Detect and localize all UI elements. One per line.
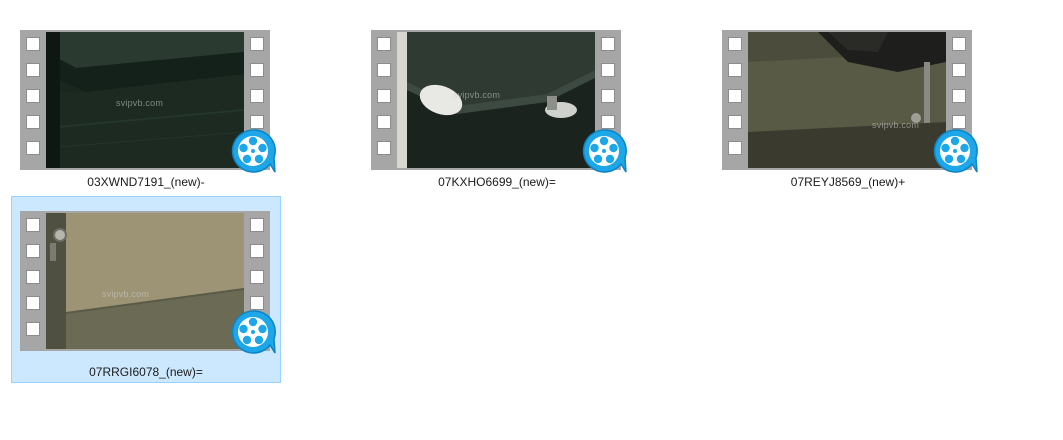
video-reel-icon bbox=[933, 129, 978, 173]
video-reel-icon bbox=[231, 310, 276, 354]
file-tile-selected[interactable]: svipvb.com 07RRGI6078_(new)= bbox=[11, 196, 281, 383]
thumbnail-image: svipvb.com bbox=[397, 32, 595, 168]
thumbnail-image: svipvb.com bbox=[46, 213, 244, 349]
watermark: svipvb.com bbox=[102, 289, 150, 299]
thumbnail-image: svipvb.com bbox=[46, 32, 244, 168]
file-name[interactable]: 07KXHO6699_(new)= bbox=[363, 175, 631, 189]
video-thumbnail: svipvb.com bbox=[722, 30, 978, 173]
video-reel-icon bbox=[582, 129, 627, 173]
video-thumbnail: svipvb.com bbox=[20, 30, 276, 173]
file-name[interactable]: 07RRGI6078_(new)= bbox=[12, 365, 280, 379]
watermark: svipvb.com bbox=[116, 98, 164, 108]
file-name[interactable]: 03XWND7191_(new)- bbox=[12, 175, 280, 189]
file-tile[interactable]: svipvb.com 03XWND7191_(new)- bbox=[11, 21, 281, 207]
video-reel-icon bbox=[231, 129, 276, 173]
video-thumbnail: svipvb.com bbox=[20, 211, 276, 354]
file-name[interactable]: 07REYJ8569_(new)+ bbox=[714, 175, 982, 189]
file-grid: svipvb.com 03XWND7191_(new)- svipvb.com … bbox=[0, 0, 1063, 440]
thumbnail-image: svipvb.com bbox=[748, 32, 946, 168]
file-tile[interactable]: svipvb.com 07KXHO6699_(new)= bbox=[362, 21, 632, 207]
watermark: svipvb.com bbox=[453, 90, 501, 100]
file-tile[interactable]: svipvb.com 07REYJ8569_(new)+ bbox=[713, 21, 983, 207]
watermark: svipvb.com bbox=[872, 120, 920, 130]
video-thumbnail: svipvb.com bbox=[371, 30, 627, 173]
